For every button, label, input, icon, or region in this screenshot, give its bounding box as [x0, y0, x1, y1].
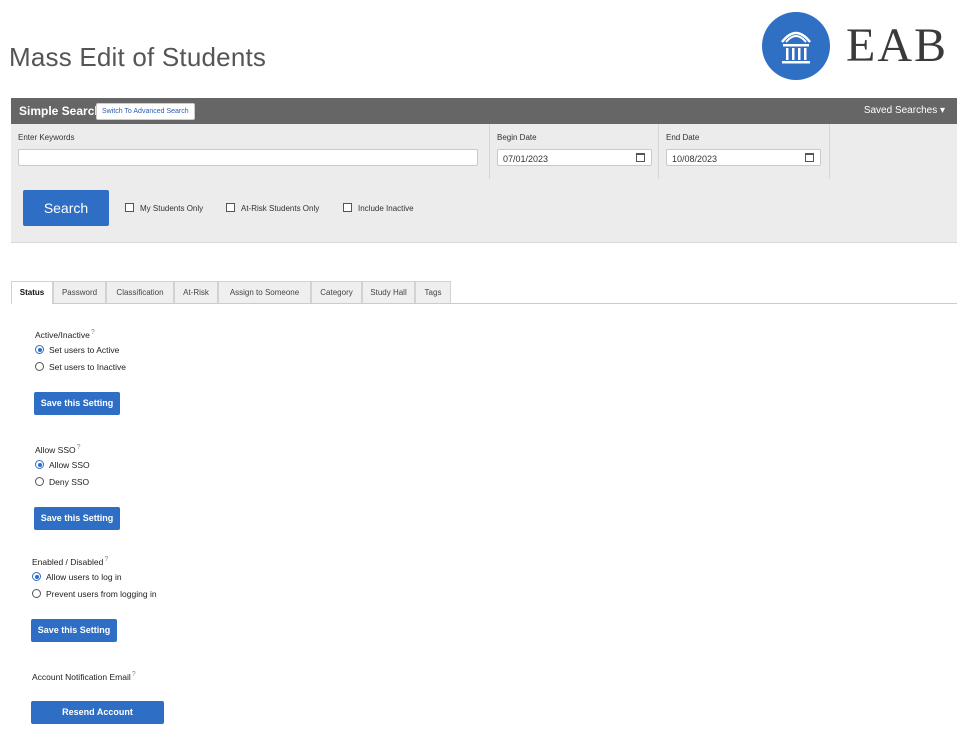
search-header-bar: Simple Search Switch To Advanced Search …	[11, 98, 957, 124]
university-columns-icon	[762, 12, 830, 80]
radio-icon[interactable]	[35, 362, 44, 371]
calendar-icon[interactable]	[636, 153, 645, 162]
radio-deny-sso[interactable]: Deny SSO	[35, 477, 89, 487]
help-icon[interactable]: ?	[77, 444, 81, 451]
tab-classification[interactable]: Classification	[106, 281, 174, 303]
enabled-disabled-label: Enabled / Disabled?	[32, 556, 108, 567]
checkbox-icon[interactable]	[226, 203, 235, 212]
tab-assign-to-someone[interactable]: Assign to Someone	[218, 281, 311, 303]
active-inactive-label: Active/Inactive?	[35, 329, 95, 340]
checkbox-icon[interactable]	[125, 203, 134, 212]
logo-wordmark: EAB	[846, 19, 948, 72]
radio-set-active[interactable]: Set users to Active	[35, 345, 119, 355]
at-risk-only-checkbox[interactable]: At-Risk Students Only	[226, 203, 319, 213]
begin-date-label: Begin Date	[497, 133, 537, 142]
help-icon[interactable]: ?	[91, 329, 95, 336]
advanced-search-button[interactable]: Switch To Advanced Search	[96, 103, 195, 120]
account-notification-label: Account Notification Email?	[32, 671, 136, 682]
radio-label: Deny SSO	[49, 477, 90, 487]
end-date-label: End Date	[666, 133, 700, 142]
tab-status[interactable]: Status	[11, 281, 53, 304]
search-panel: Enter Keywords Begin Date 07/01/2023 End…	[11, 124, 957, 243]
checkbox-label: My Students Only	[140, 204, 204, 213]
checkbox-label: Include Inactive	[358, 204, 414, 213]
end-date-input[interactable]: 10/08/2023	[666, 149, 821, 166]
radio-icon[interactable]	[35, 477, 44, 486]
save-enabled-setting-button[interactable]: Save this Setting	[31, 619, 117, 642]
keywords-field-group: Enter Keywords	[11, 124, 488, 179]
keywords-label: Enter Keywords	[18, 133, 75, 142]
radio-allow-login[interactable]: Allow users to log in	[32, 572, 122, 582]
radio-set-inactive[interactable]: Set users to Inactive	[35, 362, 126, 372]
tab-study-hall[interactable]: Study Hall	[362, 281, 415, 303]
begin-date-value: 07/01/2023	[503, 154, 549, 164]
tab-password[interactable]: Password	[53, 281, 106, 303]
section-label-text: Enabled / Disabled	[32, 556, 104, 567]
radio-prevent-login[interactable]: Prevent users from logging in	[32, 589, 157, 599]
save-sso-setting-button[interactable]: Save this Setting	[34, 507, 120, 530]
checkbox-icon[interactable]	[343, 203, 352, 212]
search-button[interactable]: Search	[23, 190, 109, 226]
radio-icon[interactable]	[35, 460, 44, 469]
checkbox-label: At-Risk Students Only	[241, 204, 320, 213]
tab-tags[interactable]: Tags	[415, 281, 451, 303]
help-icon[interactable]: ?	[104, 556, 108, 563]
page-title: Mass Edit of Students	[9, 42, 267, 72]
keywords-input[interactable]	[18, 149, 478, 166]
radio-icon[interactable]	[32, 589, 41, 598]
section-label-text: Allow SSO	[35, 444, 76, 455]
radio-icon[interactable]	[35, 345, 44, 354]
radio-label: Allow users to log in	[46, 572, 122, 582]
begin-date-input[interactable]: 07/01/2023	[497, 149, 652, 166]
tab-category[interactable]: Category	[311, 281, 362, 303]
include-inactive-checkbox[interactable]: Include Inactive	[343, 203, 414, 213]
save-active-setting-button[interactable]: Save this Setting	[34, 392, 120, 415]
eab-logo: EAB	[762, 12, 952, 82]
begin-date-field-group: Begin Date 07/01/2023	[489, 124, 658, 179]
tab-at-risk[interactable]: At-Risk	[174, 281, 218, 303]
allow-sso-label: Allow SSO?	[35, 444, 81, 455]
radio-allow-sso[interactable]: Allow SSO	[35, 460, 90, 470]
calendar-icon[interactable]	[805, 153, 814, 162]
radio-label: Allow SSO	[49, 460, 90, 470]
radio-label: Prevent users from logging in	[46, 589, 157, 599]
section-label-text: Account Notification Email	[32, 671, 131, 682]
end-date-value: 10/08/2023	[672, 154, 718, 164]
radio-label: Set users to Inactive	[49, 362, 127, 372]
my-students-only-checkbox[interactable]: My Students Only	[125, 203, 203, 213]
help-icon[interactable]: ?	[132, 671, 136, 678]
section-label-text: Active/Inactive	[35, 329, 90, 340]
end-date-field-group: End Date 10/08/2023	[658, 124, 830, 179]
tab-bar: Status Password Classification At-Risk A…	[11, 281, 957, 304]
radio-icon[interactable]	[32, 572, 41, 581]
simple-search-title: Simple Search	[19, 104, 102, 118]
saved-searches-dropdown[interactable]: Saved Searches ▾	[864, 105, 945, 116]
radio-label: Set users to Active	[49, 345, 120, 355]
